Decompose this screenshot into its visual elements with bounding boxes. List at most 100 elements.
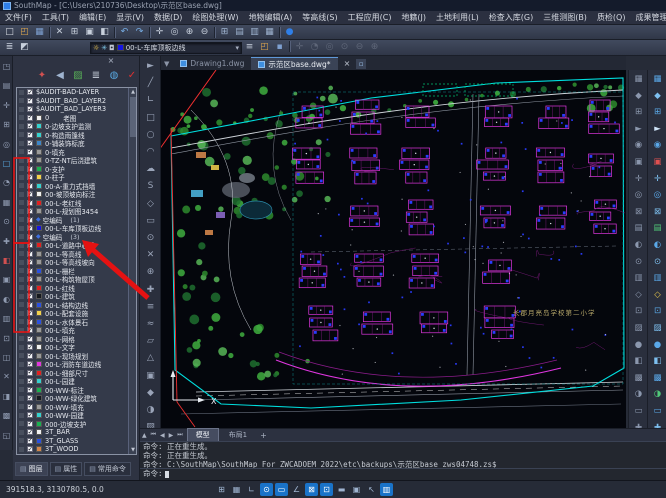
sm-dot-icon[interactable]: ⊙ [649, 255, 666, 269]
save-icon[interactable]: ▦ [32, 26, 47, 39]
contrast2-icon[interactable]: ◐ [630, 238, 647, 252]
zoom-out-disabled-icon[interactable]: ⊖ [352, 41, 367, 54]
layer-expander-icon[interactable] [19, 107, 24, 112]
layer-row[interactable]: 00-L-细部尺寸 [17, 369, 136, 378]
layer-checkbox[interactable] [27, 183, 33, 189]
grid3-icon[interactable]: ▩ [630, 371, 647, 385]
layer-row[interactable]: 00-L-车库顶板边线 [17, 224, 136, 233]
zoom-window-icon[interactable]: ⊕ [182, 26, 197, 39]
menu-item[interactable]: 编辑(E) [74, 11, 111, 24]
layer-checkbox[interactable] [27, 438, 33, 444]
layer-row[interactable]: 00-L-网格 [17, 335, 136, 344]
sm-bullet-icon[interactable]: ● [649, 338, 666, 352]
layer-row[interactable]: $AUDIT_BAD_LAYER3 [17, 105, 136, 114]
layout-nav-icon[interactable]: ▶ [167, 432, 176, 439]
chevron-down-icon[interactable]: ▾ [235, 44, 239, 52]
layer-checkbox[interactable] [27, 200, 33, 206]
layer-row[interactable]: 3T_GLASS [17, 437, 136, 446]
layout-nav-icon[interactable]: ⏮ [149, 431, 158, 439]
bullet-icon[interactable]: ● [630, 338, 647, 352]
layer-checkbox[interactable] [27, 89, 33, 95]
layer-checkbox[interactable] [27, 115, 33, 121]
layer-checkbox[interactable] [27, 140, 33, 146]
lineweight-toggle[interactable]: ⊡ [320, 483, 333, 496]
layer-expander-icon[interactable] [19, 183, 24, 188]
layer-color-swatch[interactable] [36, 132, 42, 138]
layer-row[interactable]: 00-L-水体景石 [17, 318, 136, 327]
menu-item[interactable]: 土地利用(L) [431, 11, 484, 24]
layer-expander-icon[interactable] [19, 209, 24, 214]
sm-rows-icon[interactable]: ▤ [649, 221, 666, 235]
layers-tool-icon[interactable]: ▤ [0, 79, 13, 92]
layer-checkbox[interactable] [27, 268, 33, 274]
sm-shade-icon[interactable]: ◧ [649, 354, 666, 368]
osnap-toggle[interactable]: ⊙ [260, 483, 273, 496]
sm-bar-icon[interactable]: ▭ [649, 404, 666, 418]
block-icon[interactable]: ▣ [142, 369, 159, 384]
layer-expander-icon[interactable] [19, 328, 24, 333]
layer-color-swatch[interactable] [36, 446, 42, 452]
sm-cross-icon[interactable]: ✛ [649, 172, 666, 186]
drawing-canvas[interactable]: 长郡月亮岛学校第二小学X [161, 70, 626, 428]
close-box-icon[interactable]: ⊠ [630, 205, 647, 219]
layout-nav-icon[interactable]: ▲ [140, 432, 149, 439]
layer-dropdown-icon[interactable]: ≡ [242, 41, 257, 54]
layer-color-swatch[interactable] [36, 293, 42, 299]
frame-icon[interactable]: ▣ [630, 155, 647, 169]
scrollbar-thumb[interactable] [130, 97, 136, 137]
layer-expander-icon[interactable] [19, 438, 24, 443]
otrack-toggle[interactable]: ▭ [275, 483, 288, 496]
menu-item[interactable]: 地物编辑(A) [244, 11, 298, 24]
hatch3-icon[interactable]: ▨ [630, 321, 647, 335]
layer-color-swatch[interactable] [36, 174, 42, 180]
command-prompt[interactable]: 命令: [140, 468, 666, 479]
layer-color-swatch[interactable] [36, 319, 42, 325]
layer-color-swatch[interactable] [36, 259, 42, 265]
layer-color-swatch[interactable] [36, 276, 42, 282]
image-edit-icon[interactable]: ▨ [71, 69, 85, 83]
menu-item[interactable]: 工程应用(C) [343, 11, 397, 24]
layer-row[interactable]: 00-L-红线 [17, 284, 136, 293]
menu-item[interactable]: 文件(F) [0, 11, 37, 24]
layer-expander-icon[interactable] [19, 192, 24, 197]
menu-item[interactable]: 工具(T) [37, 11, 74, 24]
layer-color-swatch[interactable] [36, 183, 42, 189]
layer-expander-icon[interactable] [19, 115, 24, 120]
dyn-input-toggle[interactable]: ⊠ [305, 483, 318, 496]
layout-tab-layout[interactable]: 布局1 [221, 429, 255, 441]
zoom-ext-icon[interactable]: ⊕ [142, 265, 159, 280]
snap-toggle[interactable]: ▦ [230, 483, 243, 496]
layer-color-swatch[interactable] [36, 361, 42, 367]
layer-expander-icon[interactable] [19, 430, 24, 435]
layer-expander-icon[interactable] [19, 175, 24, 180]
layer-expander-icon[interactable] [19, 124, 24, 129]
layer-color-swatch[interactable] [36, 268, 42, 274]
flag-m-icon[interactable]: ✦ [35, 69, 49, 83]
layer-checkbox[interactable] [27, 234, 33, 240]
layer-checkbox[interactable] [27, 302, 33, 308]
doc-tab[interactable]: Drawing1.dwg [173, 57, 251, 70]
layout-nav-icon[interactable]: ⏭ [175, 431, 184, 439]
donut-icon[interactable]: ⊙ [142, 231, 159, 246]
layer-list-scrollbar[interactable]: ▲▼ [128, 88, 136, 454]
layer-color-swatch[interactable] [36, 327, 42, 333]
layer-row[interactable]: 00-L-构筑物屋顶 [17, 275, 136, 284]
corner-tool-icon[interactable]: ◱ [0, 429, 13, 442]
layer-color-swatch[interactable] [36, 344, 42, 350]
layer-checkbox[interactable] [27, 344, 33, 350]
layer-row[interactable]: 000-边坡支护 [17, 420, 136, 429]
table-tool-icon[interactable]: ▦ [0, 196, 13, 209]
move2-icon[interactable]: ✛ [630, 172, 647, 186]
revcloud-icon[interactable]: ☁ [142, 162, 159, 177]
layer-row[interactable]: 00-L-等高线坡向 [17, 258, 136, 267]
layer-checkbox[interactable] [27, 251, 33, 257]
layer-color-swatch[interactable] [36, 123, 42, 129]
layer-color-swatch[interactable] [36, 429, 42, 435]
layer-checkbox[interactable] [27, 370, 33, 376]
layer-expander-icon[interactable] [19, 353, 24, 358]
layer-expander-icon[interactable] [19, 268, 24, 273]
layer-expander-icon[interactable] [19, 251, 24, 256]
layer-row[interactable]: 00-L-规划图3454 [17, 207, 136, 216]
layer-expander-icon[interactable] [19, 243, 24, 248]
layer-expander-icon[interactable] [19, 362, 24, 367]
